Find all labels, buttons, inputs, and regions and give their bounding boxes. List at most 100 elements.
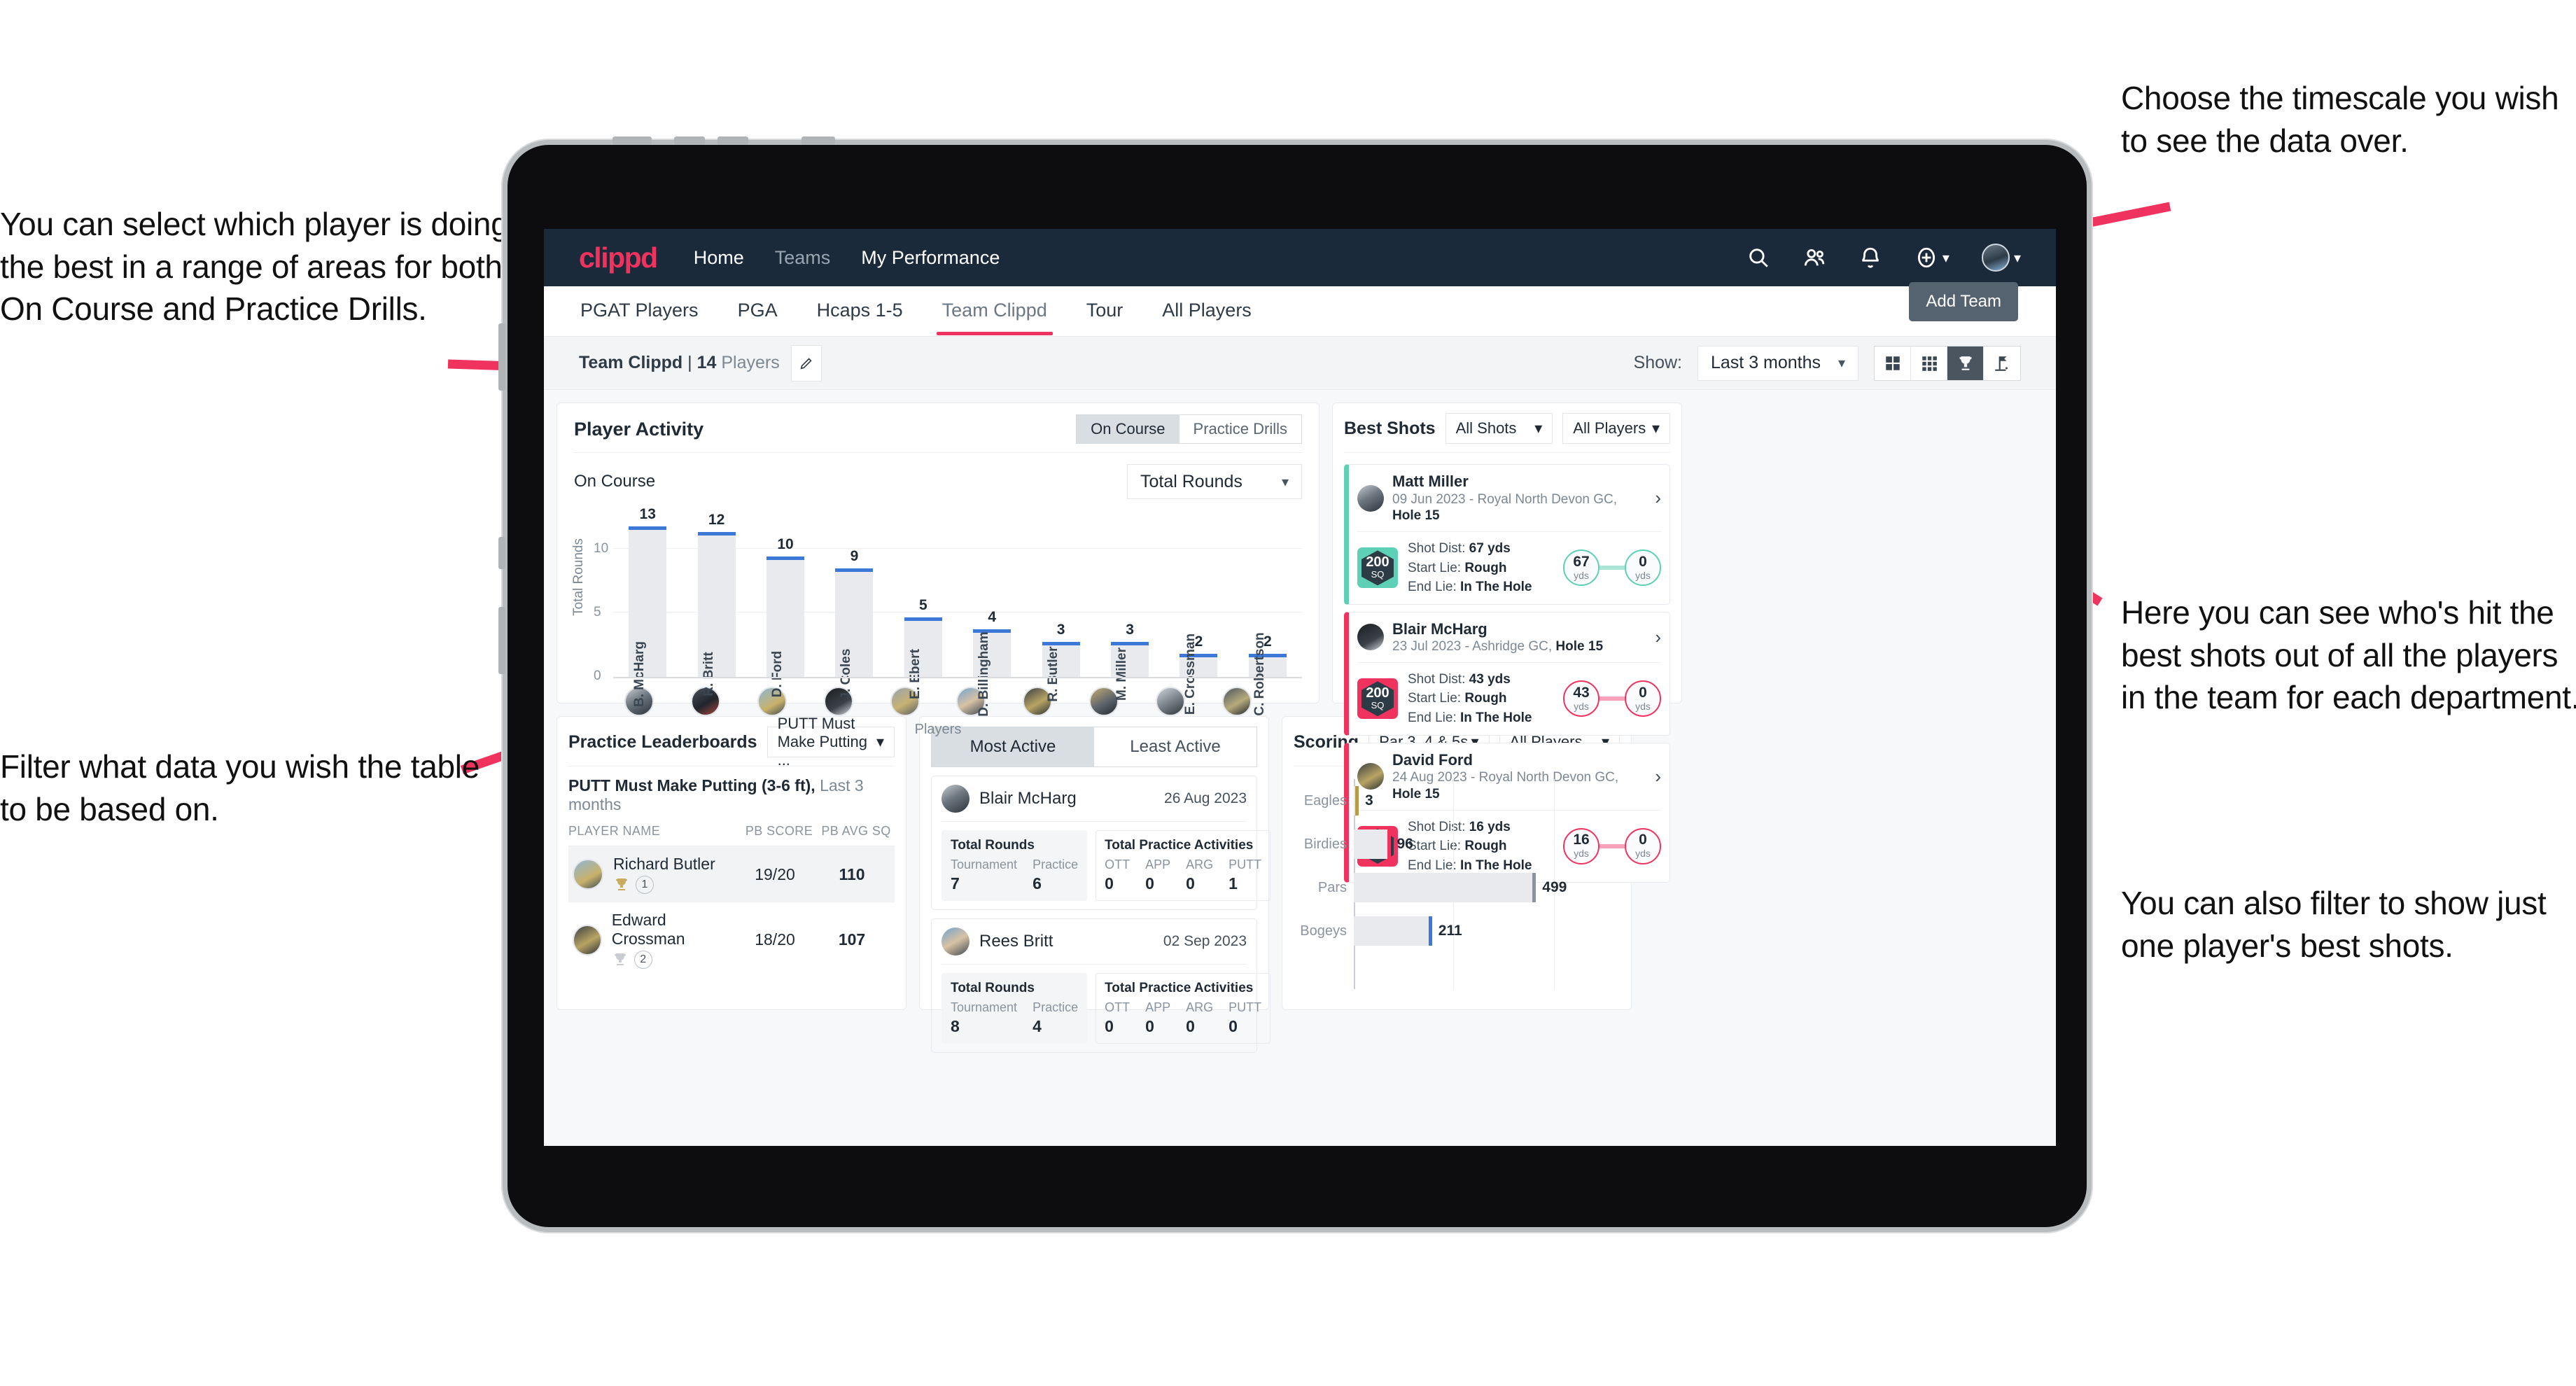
nav-item-teams[interactable]: Teams — [775, 247, 831, 269]
separator: | — [687, 353, 692, 372]
device-button — [612, 136, 652, 145]
best-shot-player: David Ford — [1392, 750, 1473, 769]
tablet-device-frame: clippd Home Teams My Performance ▾ ▾ PGA… — [498, 136, 2092, 1232]
bar-value-label: 9 — [850, 548, 859, 565]
metric-select[interactable]: Total Rounds ▾ — [1127, 464, 1302, 499]
bar-value-label: 5 — [918, 596, 927, 613]
bar-series: 13 B. McHarg 12 R. Britt 10 D. Ford 9 J. Coles 5… — [613, 506, 1302, 717]
table-row[interactable]: Richard Butler 1 19/20 110 — [568, 846, 895, 902]
bell-icon[interactable] — [1858, 246, 1882, 270]
clippd-logo[interactable]: clippd — [579, 241, 658, 274]
bar[interactable]: B. McHarg — [629, 526, 667, 707]
screenshot-stage: You can select which player is doing the… — [0, 0, 2576, 1386]
bar[interactable]: E. Crossman — [1180, 634, 1218, 715]
player-avatar-row — [557, 687, 1319, 716]
activity-entries: Blair McHarg 26 Aug 2023 Total Rounds Tourn… — [920, 776, 1271, 1053]
tab-team-clippd[interactable]: Team Clippd — [936, 287, 1053, 335]
nav-item-my-performance[interactable]: My Performance — [861, 247, 1000, 269]
best-shot-card[interactable]: Matt Miller 09 Jun 2023 - Royal North Dev… — [1344, 464, 1670, 605]
grid-small-view-button[interactable] — [1911, 346, 1947, 380]
table-row[interactable]: Edward Crossman 2 18/20 107 — [568, 902, 895, 977]
end-lie-row: End Lie: In The Hole — [1408, 708, 1532, 728]
bar[interactable]: J. Coles — [835, 568, 874, 699]
bar-value-label: 10 — [777, 536, 794, 552]
end-lie-label: End Lie: — [1408, 710, 1457, 725]
pb-avg-sq: 107 — [838, 930, 866, 948]
x-axis-line — [613, 677, 1302, 678]
bar-category-label: E. Crossman — [1183, 633, 1198, 715]
people-icon[interactable] — [1802, 246, 1826, 270]
trophy-view-button[interactable] — [1947, 346, 1984, 380]
avatar[interactable] — [1981, 244, 2010, 272]
user-menu[interactable]: ▾ — [1981, 244, 2021, 272]
chevron-right-icon[interactable]: › — [1655, 766, 1661, 788]
player-filter-select[interactable]: All Players ▾ — [1562, 413, 1670, 444]
toggle-practice-drills[interactable]: Practice Drills — [1180, 415, 1301, 443]
plus-circle-icon[interactable] — [1914, 246, 1938, 270]
golf-flag-view-button[interactable] — [1984, 346, 2020, 380]
shot-type-value: All Shots — [1455, 419, 1517, 437]
hexagon-icon: 200 SQ — [1362, 550, 1394, 586]
player-avatar[interactable] — [1155, 687, 1185, 716]
tab-pgat-players[interactable]: PGAT Players — [579, 287, 700, 335]
scoring-bar[interactable] — [1354, 786, 1359, 816]
to-unit: yds — [1635, 700, 1651, 712]
scoring-bar[interactable] — [1354, 916, 1432, 946]
activity-entry-card[interactable]: Blair McHarg 26 Aug 2023 Total Rounds Tourn… — [931, 776, 1271, 910]
total-rounds-box: Total Rounds Tournament 8 Practice 4 — [941, 973, 1088, 1044]
best-shot-player: Blair McHarg — [1392, 620, 1488, 638]
shot-facts: Shot Dist: 67 yds Start Lie: Rough End Lie… — [1408, 539, 1532, 597]
stat-label: Tournament — [951, 1000, 1018, 1014]
bar-group: 4 D. Billingham — [958, 506, 1026, 717]
add-menu[interactable]: ▾ — [1914, 246, 1949, 270]
nav-item-home[interactable]: Home — [694, 247, 744, 269]
scoring-bar[interactable] — [1354, 873, 1536, 902]
shot-type-select[interactable]: All Shots ▾ — [1445, 413, 1553, 444]
timescale-select[interactable]: Last 3 months ▾ — [1698, 345, 1858, 381]
tab-tour[interactable]: Tour — [1085, 287, 1125, 335]
activity-entry-card[interactable]: Rees Britt 02 Sep 2023 Total Rounds Tournam… — [931, 918, 1271, 1053]
y-tick-0: 0 — [594, 668, 601, 683]
stat-value: 1 — [1228, 874, 1238, 892]
distance-to: 0 yds — [1625, 680, 1661, 718]
stat-value: 0 — [1186, 1017, 1195, 1035]
tab-all-players[interactable]: All Players — [1161, 287, 1253, 335]
annotation-right-top: Choose the timescale you wish to see the… — [2121, 80, 2559, 159]
bar[interactable]: R. Britt — [697, 531, 736, 696]
stat-value: 8 — [951, 1017, 960, 1035]
pb-avg-sq: 110 — [839, 864, 865, 883]
player-name: Richard Butler — [613, 855, 715, 873]
to-value: 0 — [1639, 832, 1647, 848]
chevron-down-icon: ▾ — [2013, 250, 2021, 266]
player-avatar[interactable] — [1222, 687, 1252, 716]
bar[interactable]: D. Ford — [766, 556, 805, 697]
grid-large-view-button[interactable] — [1875, 346, 1911, 380]
best-shot-identity: Blair McHarg 23 Jul 2023 - Ashridge GC, H… — [1392, 620, 1603, 655]
toolbar-right: Show: Last 3 months ▾ — [1634, 345, 2021, 381]
bar[interactable]: C. Robertson — [1248, 632, 1287, 716]
best-shot-hole: Hole 15 — [1392, 508, 1440, 524]
stat-block: ARG 0 — [1186, 1000, 1213, 1036]
bar[interactable]: M. Miller — [1111, 641, 1149, 701]
bar[interactable]: R. Butler — [1042, 641, 1080, 702]
best-shot-card[interactable]: Blair McHarg 23 Jul 2023 - Ashridge GC, H… — [1344, 611, 1670, 736]
tab-pga[interactable]: PGA — [736, 287, 779, 335]
tab-hcaps-1-5[interactable]: Hcaps 1-5 — [816, 287, 904, 335]
best-shot-date: 09 Jun 2023 - Royal North Devon GC, — [1392, 491, 1618, 507]
stat-value: 0 — [1228, 1017, 1238, 1035]
to-unit: yds — [1635, 848, 1651, 860]
stat-block: Tournament 8 — [951, 1000, 1017, 1036]
edit-team-button[interactable] — [790, 344, 822, 382]
bar[interactable]: D. Billingham — [973, 629, 1011, 717]
grid-small-icon — [1921, 356, 1937, 371]
player-activity-card: Player Activity On Course Practice Drill… — [556, 402, 1320, 737]
pencil-icon — [800, 357, 812, 369]
scoring-bar[interactable] — [1354, 830, 1391, 859]
bar[interactable]: E. Ebert — [904, 617, 942, 699]
toggle-on-course[interactable]: On Course — [1077, 415, 1180, 443]
avatar — [1357, 624, 1384, 651]
search-icon[interactable] — [1746, 246, 1770, 270]
chevron-right-icon[interactable]: › — [1655, 487, 1661, 509]
bar-category-label: B. McHarg — [632, 641, 648, 707]
chevron-right-icon[interactable]: › — [1655, 626, 1661, 648]
